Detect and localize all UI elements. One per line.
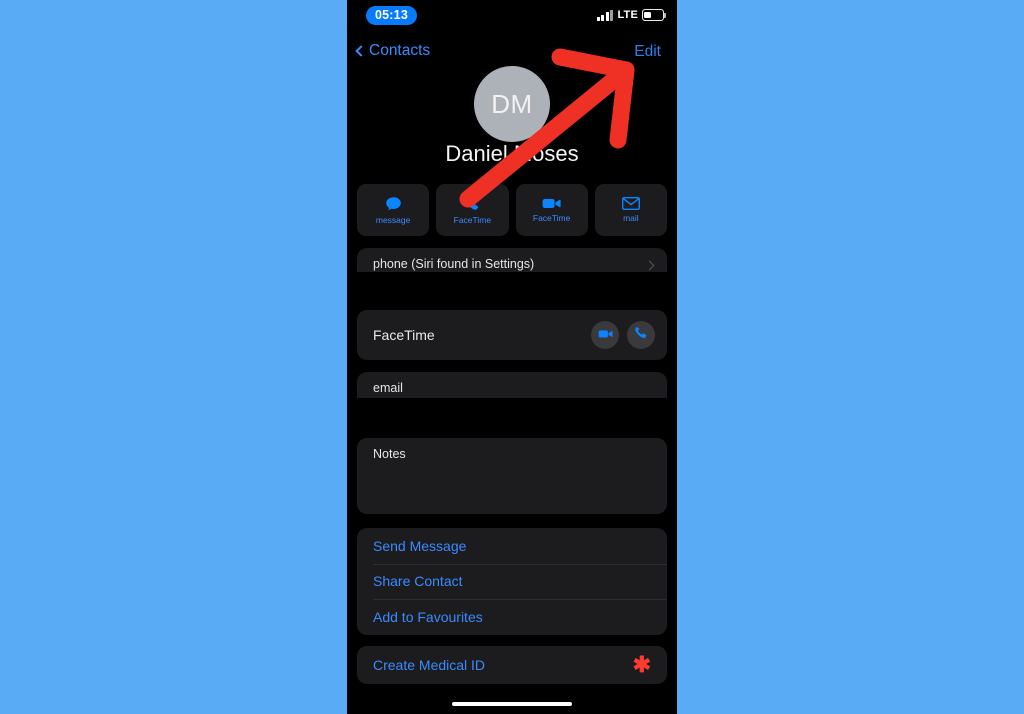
facetime-section-card: FaceTime: [357, 310, 667, 360]
send-message-row[interactable]: Send Message: [357, 528, 667, 564]
share-contact-label: Share Contact: [373, 573, 463, 590]
medical-asterisk-icon: ✱: [632, 652, 651, 677]
video-camera-icon: [542, 197, 561, 210]
quick-action-facetime-audio[interactable]: FaceTime: [436, 184, 509, 236]
quick-action-message[interactable]: message: [357, 184, 430, 236]
contact-action-list: Send Message Share Contact Add to Favour…: [357, 528, 667, 635]
share-contact-row[interactable]: Share Contact: [357, 563, 667, 600]
battery-icon: [642, 9, 666, 21]
phone-section-label: phone (Siri found in Settings): [373, 257, 535, 271]
phone-screen: 05:13 LTE Contacts Edit DM Daniel Moses: [347, 0, 677, 714]
back-button[interactable]: Contacts: [355, 42, 431, 60]
quick-action-mail[interactable]: mail: [594, 184, 667, 236]
facetime-video-button[interactable]: [591, 321, 619, 349]
medical-id-card[interactable]: Create Medical ID ✱: [357, 646, 667, 684]
quick-action-label: mail: [623, 213, 639, 223]
facetime-audio-button[interactable]: [627, 321, 655, 349]
status-time-pill: 05:13: [366, 6, 417, 25]
carrier-tech-label: LTE: [617, 9, 638, 21]
envelope-icon: [621, 197, 640, 210]
email-section-label: email: [373, 381, 403, 395]
email-value-redaction: [356, 398, 677, 429]
quick-action-label: FaceTime: [453, 214, 492, 225]
quick-action-label: FaceTime: [532, 213, 571, 223]
phone-icon: [464, 196, 480, 212]
add-to-favourites-label: Add to Favourites: [373, 608, 483, 625]
message-bubble-icon: [385, 196, 402, 212]
signal-bars-icon: [596, 9, 614, 21]
contact-name: Daniel Moses: [445, 141, 579, 166]
avatar[interactable]: DM: [474, 66, 550, 142]
video-camera-icon: [598, 326, 613, 344]
create-medical-id-label: Create Medical ID: [373, 657, 486, 673]
phone-value-redaction: [347, 272, 677, 300]
notes-section-label: Notes: [373, 447, 406, 461]
quick-action-label: message: [375, 214, 411, 225]
status-bar: 05:13 LTE: [347, 0, 677, 34]
notes-value: [357, 461, 667, 465]
add-to-favourites-row[interactable]: Add to Favourites: [357, 599, 667, 635]
notes-section-card[interactable]: Notes: [357, 438, 667, 514]
edit-button[interactable]: Edit: [634, 43, 661, 61]
phone-icon: [634, 326, 648, 345]
back-button-label: Contacts: [369, 42, 431, 59]
quick-action-facetime-video[interactable]: FaceTime: [515, 184, 588, 236]
chevron-left-icon: [355, 44, 367, 57]
send-message-label: Send Message: [373, 537, 467, 554]
home-indicator[interactable]: [452, 701, 572, 706]
status-indicators: LTE: [596, 9, 666, 21]
facetime-section-label: FaceTime: [373, 327, 435, 343]
quick-actions-row: message FaceTime FaceTime mail: [357, 184, 667, 236]
avatar-initials: DM: [491, 88, 533, 119]
